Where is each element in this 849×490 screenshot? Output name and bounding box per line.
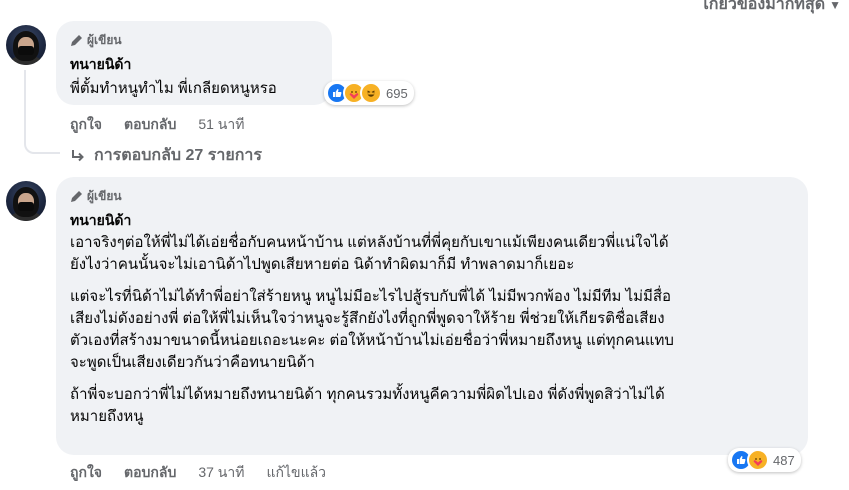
- pencil-icon: [70, 34, 83, 47]
- reactions-summary[interactable]: 695: [324, 81, 414, 105]
- comment-text: เอาจริงๆต่อให้พี่ไม่ได้เอ่ยชื่อกับคนหน้า…: [70, 232, 674, 428]
- comment-line: แต่จะไรที่นิด้าไม่ได้ทำพี่อย่าใส่ร้ายหนู…: [70, 288, 672, 305]
- sort-dropdown[interactable]: เกี่ยวข้องมากที่สุด ▼: [703, 0, 841, 17]
- comment-text: พี่ตั้มทำหนูทำไม พี่เกลียดหนูหรอ: [70, 78, 277, 100]
- view-replies-label: การตอบกลับ 27 รายการ: [94, 147, 262, 164]
- timestamp[interactable]: 51 นาที: [198, 114, 244, 136]
- comment-line: เอาจริงๆต่อให้พี่ไม่ได้เอ่ยชื่อกับคนหน้า…: [70, 234, 669, 251]
- like-button[interactable]: ถูกใจ: [70, 462, 102, 484]
- thread-connector: [24, 70, 60, 154]
- timestamp[interactable]: 37 นาที: [198, 462, 244, 484]
- view-replies-button[interactable]: การตอบกลับ 27 รายการ: [70, 143, 262, 168]
- pencil-icon: [70, 190, 83, 203]
- author-name[interactable]: ทนายนิด้า: [70, 210, 131, 232]
- care-icon: [747, 449, 769, 471]
- edited-label[interactable]: แก้ไขแล้ว: [266, 462, 326, 484]
- comment-line: ถ้าพี่จะบอกว่าพี่ไม่ได้หมายถึงทนายนิด้า …: [70, 386, 665, 403]
- author-badge-label: ผู้เขียน: [87, 33, 122, 47]
- sort-label: เกี่ยวข้องมากที่สุด: [703, 0, 826, 13]
- like-button[interactable]: ถูกใจ: [70, 114, 102, 136]
- reaction-count: 695: [386, 85, 408, 101]
- comment-line: ยังไงว่าคนนั้นจะไม่เอานิด้าไปพูดเสียหายต…: [70, 256, 575, 273]
- reactions-summary[interactable]: 487: [728, 448, 801, 472]
- comment-line: เสียงไม่ดังอย่างพี่ ต่อให้พี่ไม่เห็นใจว่…: [70, 310, 665, 327]
- comment-line: หมายถึงหนู: [70, 408, 144, 425]
- chevron-down-icon: ▼: [829, 0, 841, 12]
- author-name[interactable]: ทนายนิด้า: [70, 54, 131, 76]
- comment-actions: ถูกใจ ตอบกลับ 37 นาที แก้ไขแล้ว: [70, 462, 348, 484]
- author-badge: ผู้เขียน: [70, 187, 122, 206]
- reply-button[interactable]: ตอบกลับ: [124, 462, 176, 484]
- comment-actions: ถูกใจ ตอบกลับ 51 นาที: [70, 114, 266, 136]
- comment-line: ตัวเองที่สร้างมาขนาดนี้หน่อยเถอะนะคะ ต่อ…: [70, 332, 674, 349]
- avatar[interactable]: [6, 181, 46, 221]
- author-badge: ผู้เขียน: [70, 31, 122, 50]
- reply-button[interactable]: ตอบกลับ: [124, 114, 176, 136]
- comment-line: จะพูดเป็นเสียงเดียวกันว่าคือทนายนิด้า: [70, 354, 315, 371]
- reply-arrow-icon: [70, 148, 86, 164]
- avatar[interactable]: [6, 25, 46, 65]
- comment-line: พี่ตั้มทำหนูทำไม พี่เกลียดหนูหรอ: [70, 80, 277, 97]
- reaction-count: 487: [773, 452, 795, 468]
- haha-icon: [360, 82, 382, 104]
- author-badge-label: ผู้เขียน: [87, 189, 122, 203]
